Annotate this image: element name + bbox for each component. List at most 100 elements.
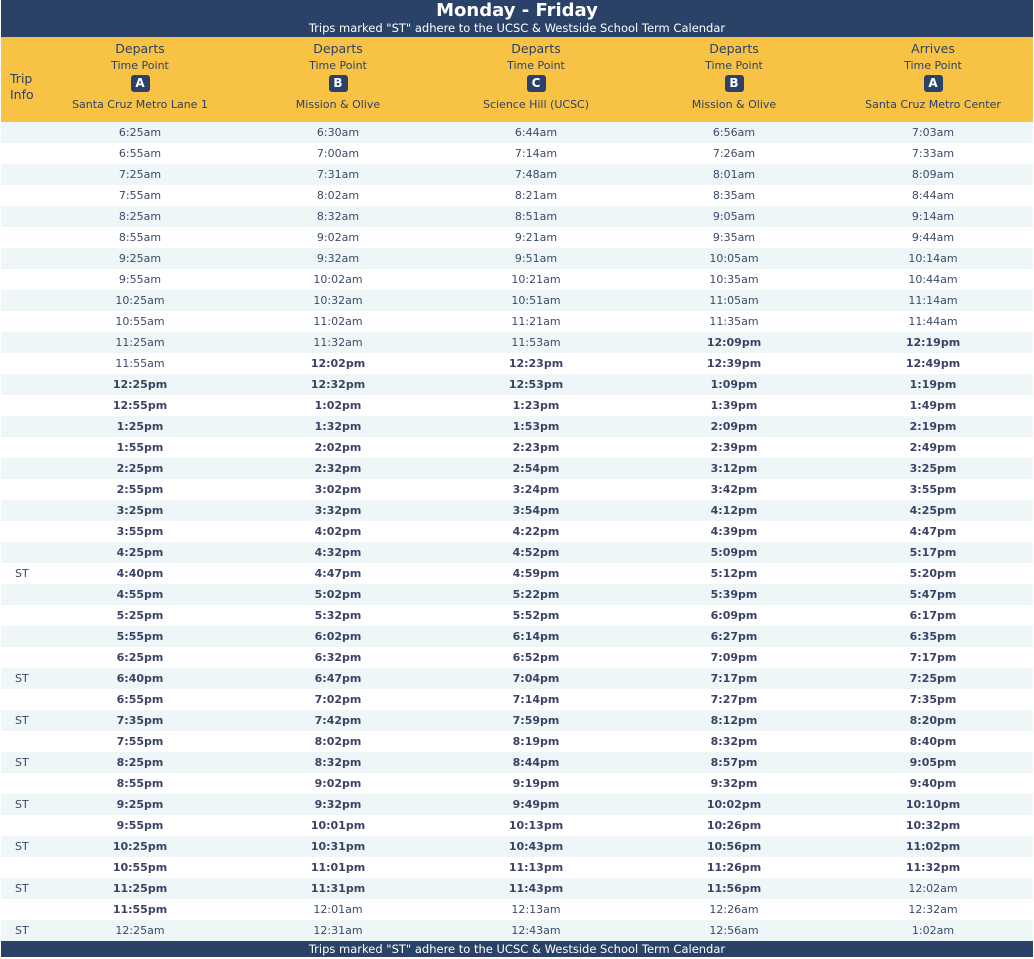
time-cell: 6:55pm — [41, 689, 239, 710]
time-cell: 10:55am — [41, 311, 239, 332]
time-cell: 4:25pm — [41, 542, 239, 563]
schedule-row: ST 12:25am 12:31am 12:43am 12:56am 1:02am — [1, 920, 1033, 941]
time-cell: 8:21am — [437, 185, 635, 206]
time-cell: 5:02pm — [239, 584, 437, 605]
time-cell: 5:47pm — [833, 584, 1033, 605]
time-cell: 4:47pm — [833, 521, 1033, 542]
schedule-row: 7:25am 7:31am 7:48am 8:01am 8:09am — [1, 164, 1033, 185]
trip-info-header: Trip Info — [1, 37, 41, 122]
time-cell: 6:25am — [41, 122, 239, 143]
stop-kind: Arrives — [911, 41, 955, 56]
time-cell: 4:40pm — [41, 563, 239, 584]
time-cell: 5:39pm — [635, 584, 833, 605]
time-cell: 5:25pm — [41, 605, 239, 626]
time-cell: 10:25am — [41, 290, 239, 311]
time-cell: 12:13am — [437, 899, 635, 920]
time-cell: 9:14am — [833, 206, 1033, 227]
time-cell: 11:26pm — [635, 857, 833, 878]
time-cell: 7:35pm — [833, 689, 1033, 710]
time-cell: 8:35am — [635, 185, 833, 206]
schedule-row: 10:55pm 11:01pm 11:13pm 11:26pm 11:32pm — [1, 857, 1033, 878]
stop-name: Santa Cruz Metro Lane 1 — [72, 98, 208, 111]
trip-info-line2: Info — [10, 86, 34, 102]
time-cell: 10:13pm — [437, 815, 635, 836]
time-cell: 1:55pm — [41, 437, 239, 458]
trip-info-cell — [1, 500, 41, 521]
time-cell: 11:55pm — [41, 899, 239, 920]
time-cell: 9:51am — [437, 248, 635, 269]
trip-info-line1: Trip — [10, 70, 33, 86]
time-cell: 2:55pm — [41, 479, 239, 500]
time-cell: 9:25am — [41, 248, 239, 269]
time-cell: 10:43pm — [437, 836, 635, 857]
schedule-row: ST 11:25pm 11:31pm 11:43pm 11:56pm 12:02am — [1, 878, 1033, 899]
time-cell: 8:25pm — [41, 752, 239, 773]
time-cell: 12:32pm — [239, 374, 437, 395]
time-cell: 7:04pm — [437, 668, 635, 689]
time-cell: 11:02am — [239, 311, 437, 332]
time-cell: 6:56am — [635, 122, 833, 143]
time-cell: 3:42pm — [635, 479, 833, 500]
trip-info-cell — [1, 227, 41, 248]
time-cell: 3:25pm — [833, 458, 1033, 479]
time-cell: 4:59pm — [437, 563, 635, 584]
stop-header-3: Departs Time Point C Science Hill (UCSC) — [437, 37, 635, 122]
stop-header-1: Departs Time Point A Santa Cruz Metro La… — [41, 37, 239, 122]
time-cell: 1:02pm — [239, 395, 437, 416]
schedule-row: 11:55am 12:02pm 12:23pm 12:39pm 12:49pm — [1, 353, 1033, 374]
trip-info-cell — [1, 290, 41, 311]
time-cell: 2:02pm — [239, 437, 437, 458]
time-cell: 8:19pm — [437, 731, 635, 752]
time-cell: 9:25pm — [41, 794, 239, 815]
time-cell: 3:12pm — [635, 458, 833, 479]
trip-info-cell — [1, 626, 41, 647]
time-cell: 6:55am — [41, 143, 239, 164]
trip-info-cell: ST — [1, 836, 41, 857]
time-cell: 11:31pm — [239, 878, 437, 899]
time-cell: 6:17pm — [833, 605, 1033, 626]
schedule-row: 4:55pm 5:02pm 5:22pm 5:39pm 5:47pm — [1, 584, 1033, 605]
time-cell: 7:33am — [833, 143, 1033, 164]
time-cell: 4:32pm — [239, 542, 437, 563]
time-cell: 12:19pm — [833, 332, 1033, 353]
trip-info-cell — [1, 395, 41, 416]
trip-info-cell: ST — [1, 794, 41, 815]
stop-name: Science Hill (UCSC) — [482, 98, 590, 111]
trip-info-cell — [1, 605, 41, 626]
time-cell: 6:14pm — [437, 626, 635, 647]
header-row: Trip Info Departs Time Point A Santa Cru… — [1, 37, 1033, 122]
schedule-row: 2:25pm 2:32pm 2:54pm 3:12pm 3:25pm — [1, 458, 1033, 479]
time-cell: 2:19pm — [833, 416, 1033, 437]
time-cell: 8:44am — [833, 185, 1033, 206]
time-cell: 7:48am — [437, 164, 635, 185]
time-cell: 3:25pm — [41, 500, 239, 521]
trip-info-cell — [1, 458, 41, 479]
time-point-label: Time Point — [507, 59, 565, 72]
trip-info-cell — [1, 164, 41, 185]
time-cell: 7:31am — [239, 164, 437, 185]
time-cell: 4:55pm — [41, 584, 239, 605]
time-cell: 9:40pm — [833, 773, 1033, 794]
schedule-row: 3:25pm 3:32pm 3:54pm 4:12pm 4:25pm — [1, 500, 1033, 521]
schedule-row: 11:25am 11:32am 11:53am 12:09pm 12:19pm — [1, 332, 1033, 353]
time-cell: 8:32pm — [635, 731, 833, 752]
schedule-table: Trip Info Departs Time Point A Santa Cru… — [1, 37, 1033, 941]
time-cell: 2:54pm — [437, 458, 635, 479]
time-cell: 5:09pm — [635, 542, 833, 563]
trip-info-cell — [1, 773, 41, 794]
time-cell: 2:39pm — [635, 437, 833, 458]
time-cell: 8:02am — [239, 185, 437, 206]
schedule-row: 3:55pm 4:02pm 4:22pm 4:39pm 4:47pm — [1, 521, 1033, 542]
time-cell: 7:59pm — [437, 710, 635, 731]
trip-info-cell — [1, 353, 41, 374]
time-cell: 1:02am — [833, 920, 1033, 941]
time-cell: 7:55pm — [41, 731, 239, 752]
time-cell: 5:20pm — [833, 563, 1033, 584]
time-cell: 11:13pm — [437, 857, 635, 878]
time-cell: 10:05am — [635, 248, 833, 269]
time-point-badge: B — [724, 75, 744, 92]
time-cell: 6:32pm — [239, 647, 437, 668]
stop-header-4: Departs Time Point B Mission & Olive — [635, 37, 833, 122]
schedule-row: 4:25pm 4:32pm 4:52pm 5:09pm 5:17pm — [1, 542, 1033, 563]
time-cell: 7:00am — [239, 143, 437, 164]
